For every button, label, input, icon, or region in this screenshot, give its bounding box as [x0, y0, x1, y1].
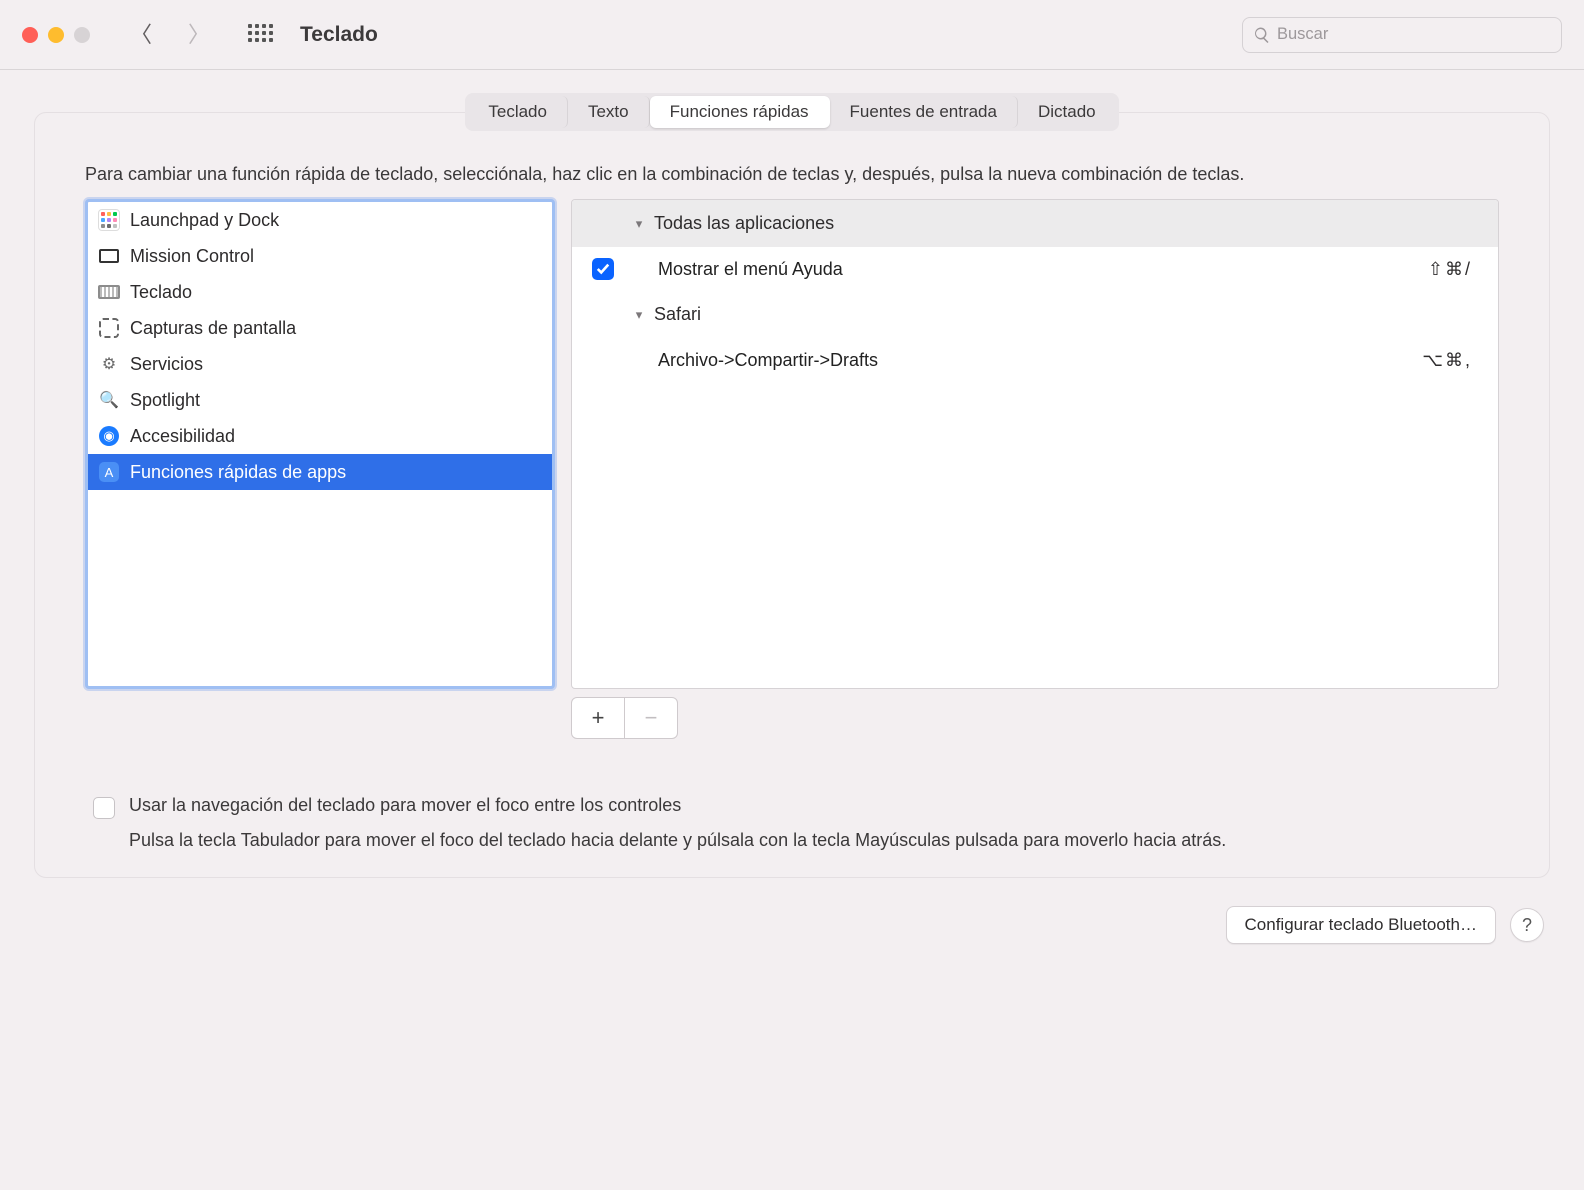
search-input[interactable]: [1277, 25, 1551, 44]
zoom-window-button[interactable]: [74, 27, 90, 43]
tab-funciones[interactable]: Funciones rápidas: [650, 96, 830, 128]
keyboard-nav-section: Usar la navegación del teclado para move…: [35, 739, 1549, 853]
group-all-apps[interactable]: ▾ Todas las aplicaciones: [572, 200, 1498, 247]
tab-texto[interactable]: Texto: [568, 96, 650, 128]
forward-button[interactable]: 〉: [188, 24, 210, 46]
category-label: Accesibilidad: [130, 426, 235, 447]
group-title: Todas las aplicaciones: [654, 213, 834, 234]
category-mission-control[interactable]: Mission Control: [88, 238, 552, 274]
close-window-button[interactable]: [22, 27, 38, 43]
category-list[interactable]: Launchpad y Dock Mission Control Teclado…: [85, 199, 555, 689]
category-app-shortcuts[interactable]: A Funciones rápidas de apps: [88, 454, 552, 490]
keyboard-nav-checkbox[interactable]: [93, 797, 115, 819]
add-shortcut-button[interactable]: +: [571, 697, 625, 739]
keyboard-icon: [98, 281, 120, 303]
titlebar: 〈 〉 Teclado: [0, 0, 1584, 70]
accessibility-icon: ◉: [98, 425, 120, 447]
group-title: Safari: [654, 304, 701, 325]
category-servicios[interactable]: ⚙︎ Servicios: [88, 346, 552, 382]
shortcut-checkbox[interactable]: [592, 258, 614, 280]
category-launchpad[interactable]: Launchpad y Dock: [88, 202, 552, 238]
window-controls: [22, 27, 90, 43]
check-icon: [596, 262, 610, 276]
chevron-down-icon: ▾: [632, 307, 646, 323]
remove-shortcut-button[interactable]: −: [624, 697, 678, 739]
shortcut-list[interactable]: ▾ Todas las aplicaciones Mostrar el menú…: [571, 199, 1499, 689]
category-label: Mission Control: [130, 246, 254, 267]
search-icon: [1253, 26, 1271, 44]
back-button[interactable]: 〈: [130, 24, 152, 46]
group-safari[interactable]: ▾ Safari: [572, 291, 1498, 338]
keyboard-nav-label: Usar la navegación del teclado para move…: [129, 795, 681, 816]
tab-bar: Teclado Texto Funciones rápidas Fuentes …: [465, 93, 1118, 131]
tab-teclado[interactable]: Teclado: [468, 96, 568, 128]
screenshot-icon: [98, 317, 120, 339]
instructions-text: Para cambiar una función rápida de tecla…: [35, 151, 1549, 199]
nav-arrows: 〈 〉: [130, 24, 210, 46]
shortcut-checkbox[interactable]: [592, 349, 614, 371]
shortcut-row[interactable]: Archivo->Compartir->Drafts ⌥⌘,: [572, 338, 1498, 382]
add-remove-buttons: + −: [35, 689, 1549, 739]
preferences-panel: Teclado Texto Funciones rápidas Fuentes …: [34, 112, 1550, 878]
shortcut-keys[interactable]: ⌥⌘,: [1422, 350, 1478, 371]
tab-dictado[interactable]: Dictado: [1018, 96, 1116, 128]
mission-control-icon: [98, 245, 120, 267]
category-label: Spotlight: [130, 390, 200, 411]
gear-icon: ⚙︎: [98, 353, 120, 375]
help-button[interactable]: ?: [1510, 908, 1544, 942]
category-label: Funciones rápidas de apps: [130, 462, 346, 483]
tab-fuentes[interactable]: Fuentes de entrada: [830, 96, 1018, 128]
appstore-icon: A: [98, 461, 120, 483]
window-title: Teclado: [300, 23, 378, 47]
category-accesibilidad[interactable]: ◉ Accesibilidad: [88, 418, 552, 454]
category-label: Launchpad y Dock: [130, 210, 279, 231]
search-field[interactable]: [1242, 17, 1562, 53]
footer: Configurar teclado Bluetooth… ?: [0, 878, 1584, 944]
keyboard-nav-description: Pulsa la tecla Tabulador para mover el f…: [93, 819, 1491, 853]
category-spotlight[interactable]: 🔍 Spotlight: [88, 382, 552, 418]
category-capturas[interactable]: Capturas de pantalla: [88, 310, 552, 346]
shortcut-label: Archivo->Compartir->Drafts: [658, 350, 1422, 371]
magnifier-icon: 🔍: [98, 389, 120, 411]
minimize-window-button[interactable]: [48, 27, 64, 43]
launchpad-icon: [98, 209, 120, 231]
shortcut-label: Mostrar el menú Ayuda: [658, 259, 1428, 280]
all-prefs-grid-icon[interactable]: [248, 24, 270, 46]
shortcut-row[interactable]: Mostrar el menú Ayuda ⇧⌘/: [572, 247, 1498, 291]
category-label: Capturas de pantalla: [130, 318, 296, 339]
bluetooth-keyboard-button[interactable]: Configurar teclado Bluetooth…: [1226, 906, 1496, 944]
chevron-down-icon: ▾: [632, 216, 646, 232]
category-label: Servicios: [130, 354, 203, 375]
shortcut-keys[interactable]: ⇧⌘/: [1428, 259, 1478, 280]
category-label: Teclado: [130, 282, 192, 303]
category-teclado[interactable]: Teclado: [88, 274, 552, 310]
